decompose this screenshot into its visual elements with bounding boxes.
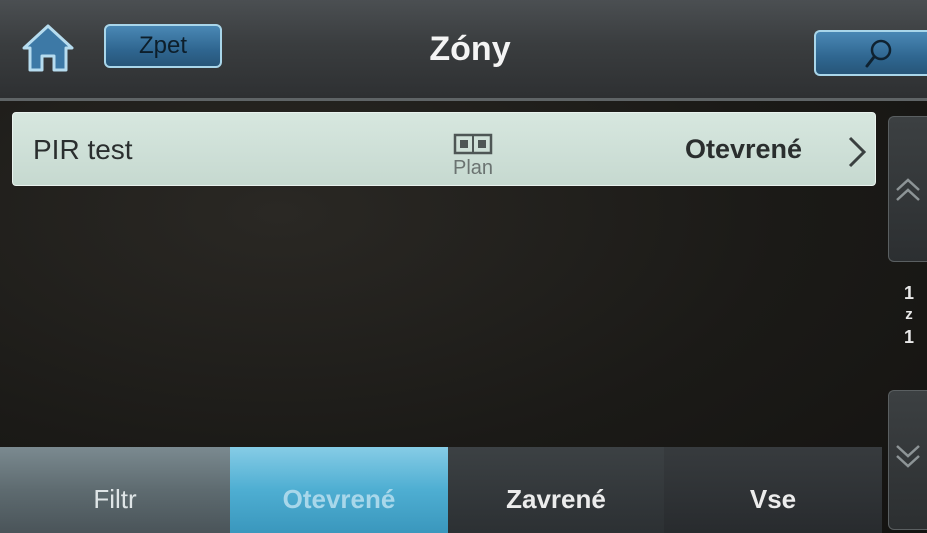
tab-filter[interactable]: Filtr	[0, 447, 230, 533]
page-indicator: 1 z 1	[892, 280, 926, 350]
filter-tab-bar: Filtr Otevrené Zavrené Vse	[0, 447, 882, 533]
page-of: z	[905, 306, 913, 323]
scroll-up-button[interactable]	[888, 116, 927, 262]
zone-row[interactable]: PIR test Plan Otevrené	[12, 112, 876, 186]
page-title: Zóny	[429, 30, 511, 68]
home-button[interactable]	[20, 22, 76, 74]
back-button[interactable]: Zpet	[104, 24, 222, 68]
zone-name: PIR test	[33, 134, 133, 165]
tab-open[interactable]: Otevrené	[230, 447, 448, 533]
double-chevron-down-icon	[896, 445, 920, 468]
home-icon	[22, 24, 74, 72]
plan-label[interactable]: Plan	[435, 157, 511, 180]
chevron-right-icon[interactable]	[845, 135, 869, 169]
search-icon	[865, 39, 892, 68]
double-chevron-up-icon	[896, 178, 920, 201]
zones-screen: Zpet Zóny PIR test Plan Otevrené 1 z 1 F…	[0, 0, 927, 533]
zone-status: Otevrené	[685, 134, 803, 164]
tab-all[interactable]: Vse	[664, 447, 882, 533]
scroll-down-button[interactable]	[888, 390, 927, 530]
page-current: 1	[903, 283, 914, 303]
page-total: 1	[903, 327, 914, 347]
tab-closed[interactable]: Zavrené	[448, 447, 664, 533]
search-button[interactable]	[814, 30, 927, 76]
header-bar: Zpet Zóny	[0, 0, 927, 101]
floor-plan-icon[interactable]	[453, 133, 493, 155]
